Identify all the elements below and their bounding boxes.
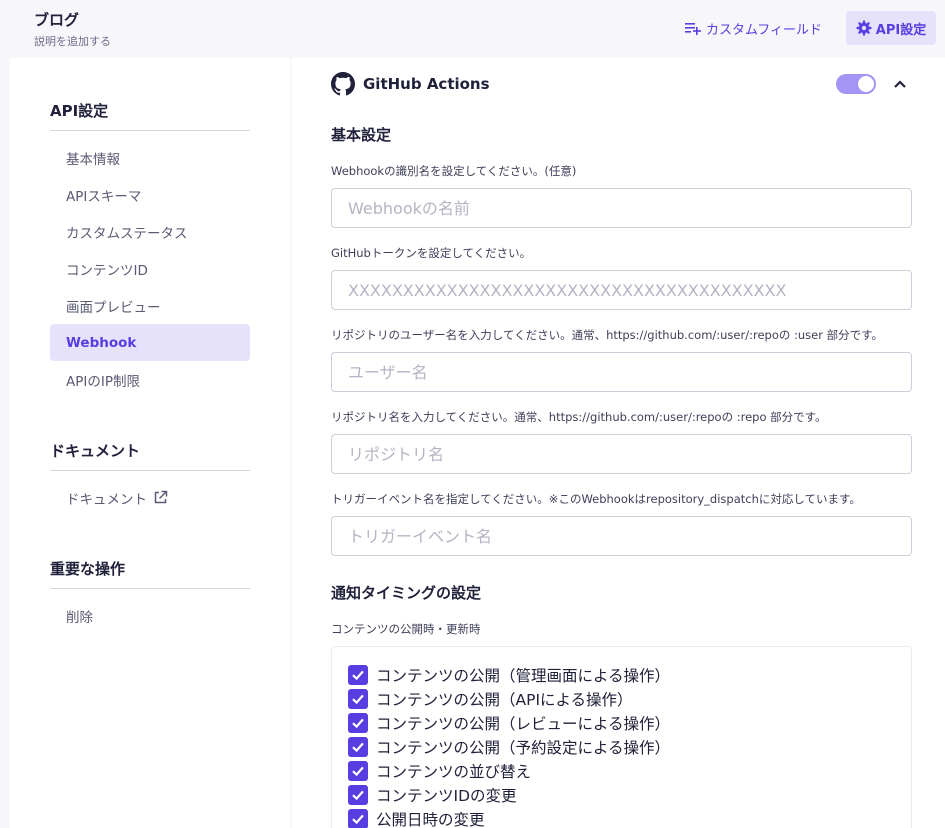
checkbox-label: コンテンツの公開（予約設定による操作）	[376, 739, 671, 757]
check-icon	[352, 814, 364, 825]
custom-fields-label: カスタムフィールド	[706, 22, 822, 38]
checkbox-label: コンテンツの公開（管理画面による操作）	[376, 667, 671, 685]
checkbox-checked[interactable]	[348, 809, 368, 828]
integration-enable-toggle[interactable]	[836, 74, 876, 94]
checkbox-label: コンテンツの公開（レビューによる操作）	[376, 715, 671, 733]
custom-fields-button[interactable]: カスタムフィールド	[684, 18, 822, 38]
playlist-add-icon	[685, 23, 701, 35]
external-link-icon	[154, 490, 168, 504]
sidebar-item-ip-restriction[interactable]: APIのIP制限	[50, 361, 250, 398]
checkbox-label: コンテンツIDの変更	[376, 787, 517, 805]
integration-title: GitHub Actions	[363, 75, 490, 93]
checkbox-checked[interactable]	[348, 761, 368, 781]
check-icon	[352, 766, 364, 777]
sidebar-divider	[50, 470, 250, 471]
checkbox-publish-api[interactable]: コンテンツの公開（APIによる操作）	[348, 688, 633, 710]
sidebar-divider	[50, 588, 250, 589]
checkbox-label: コンテンツの公開（APIによる操作）	[376, 691, 633, 709]
page-title: ブログ	[34, 11, 80, 29]
checkbox-content-id-change[interactable]: コンテンツIDの変更	[348, 784, 517, 806]
webhook-settings-panel: GitHub Actions 基本設定 Webhookの識別名を設定してください…	[292, 58, 945, 828]
sidebar-item-delete[interactable]: 削除	[50, 597, 250, 634]
check-icon	[352, 670, 364, 681]
github-token-label: GitHubトークンを設定してください。	[331, 246, 532, 260]
gear-icon	[856, 20, 872, 36]
checkbox-publish-admin[interactable]: コンテンツの公開（管理画面による操作）	[348, 664, 670, 686]
sidebar-item-webhook[interactable]: Webhook	[50, 324, 250, 361]
basic-settings-heading: 基本設定	[331, 126, 392, 144]
trigger-event-input[interactable]	[331, 516, 912, 556]
check-icon	[352, 718, 364, 729]
sidebar-item-api-schema[interactable]: APIスキーマ	[50, 176, 250, 213]
checkbox-publish-date-change[interactable]: 公開日時の変更	[348, 808, 485, 828]
sidebar-item-label: ドキュメント	[66, 491, 147, 508]
repo-name-label: リポジトリ名を入力してください。通常、https://github.com/:u…	[331, 410, 827, 424]
sidebar-item-custom-status[interactable]: カスタムステータス	[50, 213, 250, 250]
chevron-up-icon	[894, 80, 906, 88]
collapse-button[interactable]	[890, 74, 910, 94]
checkbox-checked[interactable]	[348, 713, 368, 733]
sidebar-section-docs-title: ドキュメント	[50, 442, 141, 460]
checkbox-publish-scheduled[interactable]: コンテンツの公開（予約設定による操作）	[348, 736, 670, 758]
sidebar-section-danger-title: 重要な操作	[50, 560, 126, 578]
api-settings-button[interactable]: API設定	[846, 11, 936, 45]
sidebar-item-content-id[interactable]: コンテンツID	[50, 250, 250, 287]
webhook-name-label: Webhookの識別名を設定してください。(任意)	[331, 164, 577, 178]
page-header: ブログ 説明を追加する カスタムフィールド API設定	[0, 0, 945, 58]
checkbox-checked[interactable]	[348, 689, 368, 709]
check-icon	[352, 694, 364, 705]
sidebar-section-api-title: API設定	[50, 102, 109, 120]
check-icon	[352, 742, 364, 753]
sidebar-item-screen-preview[interactable]: 画面プレビュー	[50, 287, 250, 324]
repo-name-input[interactable]	[331, 434, 912, 474]
page-description[interactable]: 説明を追加する	[34, 33, 111, 49]
sidebar-item-documents[interactable]: ドキュメント	[50, 479, 250, 516]
sidebar-divider	[50, 130, 250, 131]
checkbox-checked[interactable]	[348, 785, 368, 805]
timing-group-label: コンテンツの公開時・更新時	[331, 622, 481, 636]
timing-checkbox-group: コンテンツの公開（管理画面による操作） コンテンツの公開（APIによる操作） コ…	[331, 646, 912, 828]
github-token-input[interactable]	[331, 270, 912, 310]
webhook-name-input[interactable]	[331, 188, 912, 228]
github-icon	[331, 72, 355, 96]
checkbox-reorder[interactable]: コンテンツの並び替え	[348, 760, 531, 782]
checkbox-checked[interactable]	[348, 665, 368, 685]
check-icon	[352, 790, 364, 801]
integration-header: GitHub Actions	[331, 72, 490, 96]
notification-timing-heading: 通知タイミングの設定	[331, 584, 482, 602]
checkbox-publish-review[interactable]: コンテンツの公開（レビューによる操作）	[348, 712, 670, 734]
repo-user-input[interactable]	[331, 352, 912, 392]
checkbox-label: コンテンツの並び替え	[376, 763, 532, 781]
checkbox-label: 公開日時の変更	[376, 811, 485, 828]
repo-user-label: リポジトリのユーザー名を入力してください。通常、https://github.c…	[331, 328, 883, 342]
toggle-knob	[858, 76, 874, 92]
checkbox-checked[interactable]	[348, 737, 368, 757]
trigger-event-label: トリガーイベント名を指定してください。※このWebhookはrepository…	[331, 492, 861, 506]
settings-sidebar: API設定 基本情報 APIスキーマ カスタムステータス コンテンツID 画面プ…	[10, 58, 290, 828]
api-settings-label: API設定	[875, 22, 927, 38]
sidebar-item-basic-info[interactable]: 基本情報	[50, 139, 250, 176]
